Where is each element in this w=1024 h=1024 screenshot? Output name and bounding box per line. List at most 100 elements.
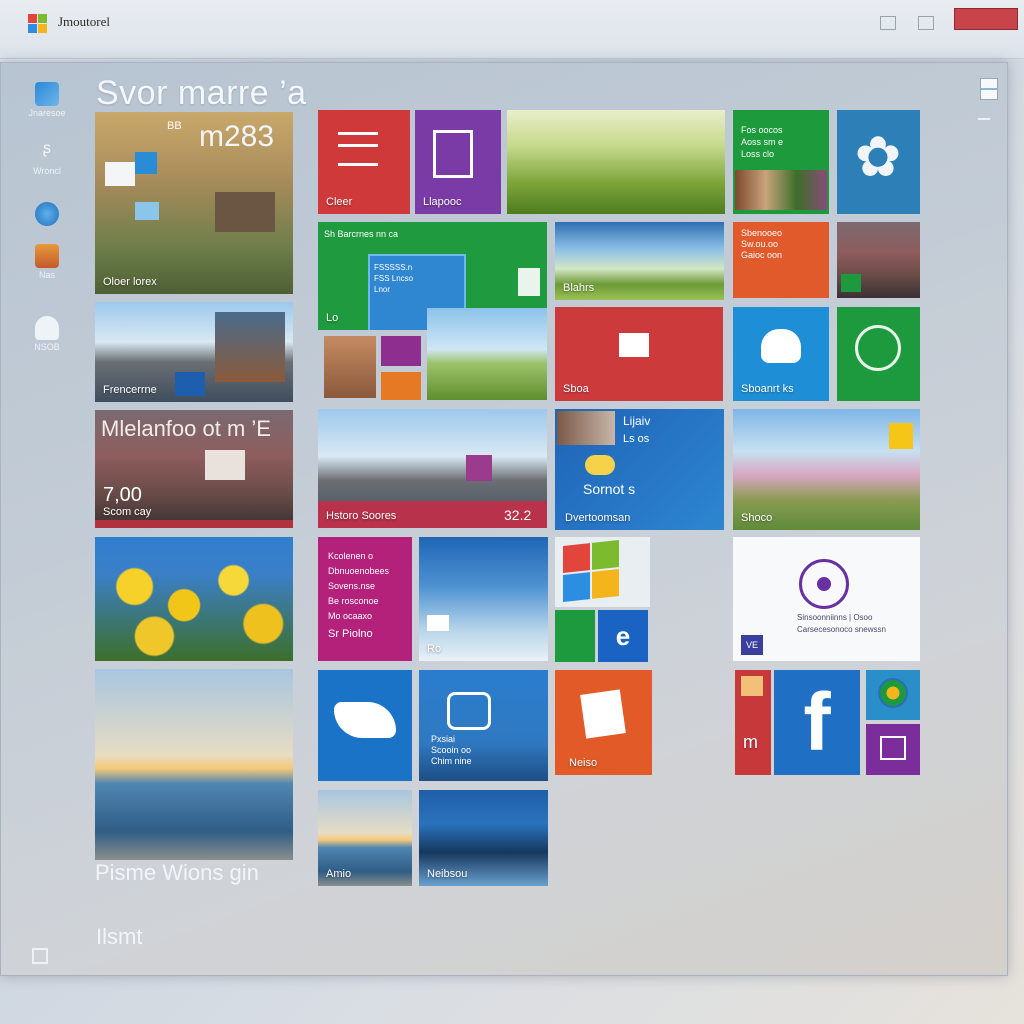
bottom-caption: Pisme Wions gin	[95, 860, 259, 885]
store-icon	[447, 692, 491, 730]
tile-onenote[interactable]: Llapooc	[415, 110, 501, 214]
sidebar-item-folder[interactable]: Nas	[24, 244, 70, 280]
folder-icon	[35, 244, 59, 268]
tile-store[interactable]: Pxsiai Scooin oo Chim nine	[419, 670, 548, 781]
close-button[interactable]	[954, 8, 1018, 30]
sidebar-item-globe[interactable]	[24, 202, 70, 228]
tile-small-text: BB	[167, 120, 182, 132]
tile-sub: Ls os	[623, 433, 650, 445]
sky-icon	[427, 615, 449, 631]
sidebar-item-label: Wroncl	[33, 166, 61, 176]
office-icon	[580, 689, 626, 739]
tile-office-purple[interactable]	[866, 724, 920, 775]
tile-label: Cleer	[326, 196, 353, 208]
tile-small-photos[interactable]	[837, 222, 920, 298]
tile-sea-small[interactable]: Amio	[318, 790, 412, 886]
sidebar-item-pen[interactable]: Jnaresoe	[24, 82, 70, 118]
photo-strip	[735, 170, 827, 210]
tile-green-news[interactable]: Fos oocos Aoss sm e Loss clo	[733, 110, 829, 214]
tile-tree-photo[interactable]	[427, 308, 547, 400]
settings-icon[interactable]	[980, 78, 998, 100]
tile-reading-list[interactable]: Cleer	[318, 110, 410, 214]
tile-red-m[interactable]: m	[735, 670, 771, 775]
tile-main: Sornot s	[583, 481, 636, 497]
chart-icon	[855, 325, 901, 371]
tile-orange-news[interactable]: Sbenooeo Sw.ou.oo Gaioc oon	[733, 222, 829, 298]
tile-green-small[interactable]	[555, 610, 595, 662]
thumbnail	[205, 450, 245, 480]
tile-headline: Mlelanfoo ot m ’E	[101, 416, 271, 441]
sidebar-item-label: Nas	[38, 270, 55, 280]
tile-text-1: Dbnuoenobees	[328, 566, 390, 576]
tile-internet-explorer[interactable]: e	[598, 610, 648, 662]
tile-label: Hstoro Soores	[326, 510, 397, 522]
windows-logo-icon	[563, 540, 619, 602]
thumbnail	[466, 455, 492, 481]
thumbnail	[841, 274, 861, 292]
tile-text-1: Scooin oo	[431, 745, 472, 755]
cloud-icon	[761, 329, 801, 363]
tile-header: Lijaiv	[623, 414, 651, 428]
tile-small-orange[interactable]	[381, 372, 421, 400]
footer-label: Ilsmt	[96, 924, 143, 949]
tile-flowers-photo[interactable]	[95, 537, 293, 661]
tile-label: Scom cay	[103, 506, 152, 518]
thumbnail	[741, 676, 763, 696]
tile-green-chart[interactable]	[837, 307, 920, 401]
ie-icon: e	[615, 620, 631, 651]
page-title: Svor marre ’a	[96, 74, 307, 112]
maximize-button[interactable]	[918, 16, 934, 30]
minimize-button[interactable]	[880, 16, 896, 30]
zoom-icon[interactable]	[32, 948, 48, 964]
tile-label: Llapooc	[423, 196, 462, 208]
tile-grass-photo[interactable]	[507, 110, 725, 214]
sidebar-item-user[interactable]: ʂ Wroncl	[24, 140, 70, 176]
sun-square	[889, 423, 913, 449]
panel-text-0: FSSSSS.n	[374, 263, 413, 272]
tile-meadow-photo[interactable]: Shoco	[733, 409, 920, 530]
tile-cortana[interactable]: Sinsoonniinns | Osoo Carsecesonoco snews…	[733, 537, 920, 661]
robot-icon: ✿	[854, 125, 902, 188]
menu-icon[interactable]	[978, 118, 990, 128]
thumbnail	[215, 192, 275, 232]
tile-people-headlines[interactable]: Lijaiv Ls os Sornot s Dvertoomsan	[555, 409, 724, 530]
tile-night-photo[interactable]: Neibsou	[419, 790, 548, 886]
tile-windows-logo[interactable]	[555, 537, 650, 607]
house-image	[215, 312, 285, 382]
sidebar-item-cloud[interactable]: NSOB	[24, 316, 70, 352]
tile-office[interactable]: Neiso	[555, 670, 652, 775]
user-icon: ʂ	[43, 140, 51, 157]
tile-birds-app[interactable]	[318, 670, 412, 781]
tile-lake-photo[interactable]: Blahrs	[555, 222, 724, 300]
facebook-icon: f	[803, 677, 831, 768]
tile-person-photo[interactable]	[324, 336, 376, 398]
tile-text-0: Fos oocos	[741, 125, 783, 135]
panel-text-1: FSS Lncso	[374, 274, 414, 283]
tile-sea-photo[interactable]	[95, 669, 293, 860]
bird-icon	[334, 702, 396, 738]
tile-magenta-news[interactable]: Kcolenen o Dbnuoenobees Sovens.nse Be ro…	[318, 537, 412, 661]
thumbnail	[175, 372, 205, 396]
tile-text-3: Be rosconoe	[328, 596, 379, 606]
tile-text-0: Pxsiai	[431, 734, 456, 744]
tile-label: Shoco	[741, 512, 773, 524]
tile-text-1: Aoss sm e	[741, 137, 784, 147]
tile-text-2: Sovens.nse	[328, 581, 376, 591]
window-title: Jmoutorel	[58, 14, 110, 29]
people-photo	[557, 411, 615, 445]
tile-facebook[interactable]: f	[774, 670, 860, 775]
onenote-icon	[880, 736, 906, 760]
excel-icon	[518, 268, 540, 296]
tile-browser[interactable]	[866, 670, 920, 720]
tile-sky-photo[interactable]: Ro	[419, 537, 548, 661]
tile-city-photo[interactable]: Hstoro Soores 32.2	[318, 409, 547, 528]
tile-weather[interactable]: Sboanrt ks	[733, 307, 829, 401]
tile-house-photo[interactable]: Frencerrne	[95, 302, 293, 402]
tile-text-0: Sinsoonniinns | Osoo	[797, 613, 873, 622]
tile-small-purple[interactable]	[381, 336, 421, 366]
tile-people-news[interactable]: Mlelanfoo ot m ’E 7,00 Scom cay	[95, 410, 293, 528]
tile-robot-app[interactable]: ✿	[837, 110, 920, 214]
globe-icon	[35, 202, 59, 226]
tile-photos-collage[interactable]: BB m283 Oloer lorex	[95, 112, 293, 294]
tile-mail[interactable]: Sboa	[555, 307, 723, 401]
